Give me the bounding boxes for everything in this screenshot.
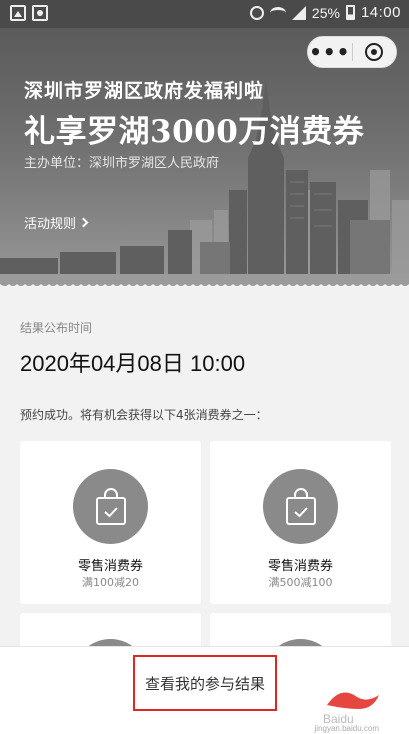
banner-headline: 深圳市罗湖区政府发福利啦 [24, 80, 265, 102]
chevron-right-icon [78, 217, 89, 228]
publish-time-label: 结果公布时间 [20, 321, 93, 335]
city-skyline-illustration [0, 80, 409, 290]
gallery-notification-icon [10, 5, 26, 21]
battery-percent: 25% [311, 4, 340, 21]
coupon-icon-circle [73, 469, 148, 544]
target-icon [365, 43, 384, 61]
coupon-name: 零售消费券 [267, 559, 333, 574]
watermark-url: jingyan.baidu.com [314, 724, 379, 733]
coupon-condition: 满500减100 [268, 576, 333, 589]
clock: 14:00 [360, 4, 401, 21]
signal-icon [291, 5, 306, 20]
shopping-bag-check-icon [95, 487, 126, 525]
app-notification-icon [32, 5, 48, 21]
coupon-name: 零售消费券 [77, 559, 143, 574]
shopping-bag-check-icon [285, 487, 316, 525]
organizer-text: 主办单位：深圳市罗湖区人民政府 [24, 156, 220, 171]
close-mini-program-button[interactable] [352, 43, 396, 61]
campaign-banner: ••• 深圳市罗湖区政府发福利啦 礼享罗湖3000万消费券 主办单位：深圳市罗湖… [0, 28, 409, 290]
bottom-action-bar: 查看我的参与结果 Baidu jingyan.baidu.com [0, 646, 409, 734]
more-options-button[interactable]: ••• [308, 42, 352, 62]
view-my-results-button[interactable]: 查看我的参与结果 [133, 655, 277, 711]
banner-title: 礼享罗湖3000万消费券 [24, 114, 365, 150]
publish-time-value: 2020年04月08日 10:00 [20, 351, 246, 376]
baidu-watermark-logo: Baidu [323, 692, 379, 726]
activity-rules-label: 活动规则 [24, 217, 77, 232]
activity-rules-link[interactable]: 活动规则 [24, 213, 89, 232]
alarm-icon [249, 5, 264, 20]
status-bar: 25% 14:00 [0, 0, 409, 28]
coupon-card[interactable]: 零售消费券 满100减20 [20, 441, 201, 604]
coupon-condition: 满100减20 [82, 576, 139, 589]
result-section: 结果公布时间 2020年04月08日 10:00 预约成功。将有机会获得以下4张… [0, 291, 409, 653]
coupon-card[interactable]: 零售消费券 满500减100 [210, 441, 391, 604]
mini-program-capsule: ••• [307, 36, 397, 68]
reservation-info: 预约成功。将有机会获得以下4张消费券之一： [20, 408, 268, 422]
wifi-icon [269, 6, 286, 19]
battery-icon [345, 5, 355, 20]
coupon-icon-circle [263, 469, 338, 544]
